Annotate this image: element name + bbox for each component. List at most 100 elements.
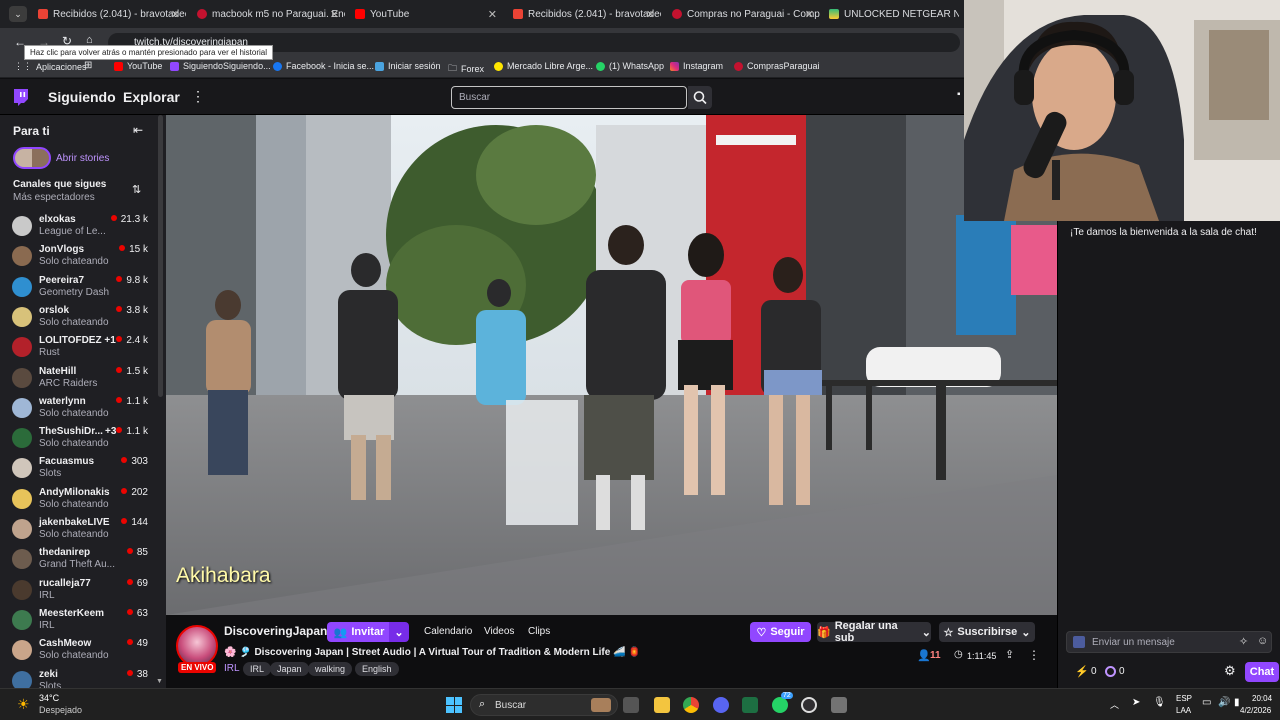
whatsapp-icon[interactable] bbox=[772, 697, 788, 713]
videos-link[interactable]: Videos bbox=[484, 626, 514, 637]
sidebar-channel[interactable]: zeki Slots 38 bbox=[0, 666, 166, 688]
chat-input[interactable]: Enviar un mensaje ✧ ☺ bbox=[1066, 631, 1272, 653]
bookmark-siguiendo[interactable]: SiguiendoSiguiendo... bbox=[170, 61, 271, 71]
network-icon[interactable]: ▭ bbox=[1202, 697, 1211, 708]
invite-button[interactable]: 👥 Invitar bbox=[327, 622, 391, 642]
channel-avatar bbox=[12, 488, 32, 509]
browser-tab[interactable]: macbook m5 no Paraguai. Enco ✕ bbox=[197, 4, 345, 24]
bookmark-youtube[interactable]: YouTube bbox=[114, 61, 162, 71]
search-button[interactable] bbox=[688, 86, 712, 109]
channel-points-icon[interactable] bbox=[1105, 666, 1116, 677]
channel-name[interactable]: DiscoveringJapan bbox=[224, 624, 327, 638]
grid-icon[interactable]: ⊞ bbox=[84, 60, 92, 71]
sidebar-channel[interactable]: elxokas League of Le... 21.3 k bbox=[0, 211, 166, 241]
sidebar-channel[interactable]: JonVlogs Solo chateando 15 k bbox=[0, 241, 166, 271]
close-tab-icon[interactable]: ✕ bbox=[171, 8, 180, 21]
tag-japan[interactable]: Japan bbox=[270, 662, 309, 676]
sidebar-channel[interactable]: thedanirep Grand Theft Au... 85 bbox=[0, 544, 166, 574]
browser-tab[interactable]: Recibidos (2.041) - bravotadeo ✕ bbox=[38, 4, 186, 24]
close-tab-icon[interactable]: ✕ bbox=[805, 8, 814, 21]
sidebar-channel[interactable]: jakenbakeLIVE Solo chateando 144 bbox=[0, 514, 166, 544]
bookmark-apps[interactable]: ⋮⋮ Aplicaciones bbox=[14, 61, 87, 72]
scroll-down-icon[interactable]: ▼ bbox=[156, 678, 163, 685]
sidebar-channel[interactable]: AndyMilonakis Solo chateando 202 bbox=[0, 484, 166, 514]
sidebar-channel[interactable]: TheSushiDr... +3 Solo chateando 1.1 k bbox=[0, 423, 166, 453]
bookmark-login[interactable]: Iniciar sesión bbox=[375, 61, 441, 71]
browser-tab[interactable]: YouTube ✕ bbox=[355, 4, 503, 24]
invite-dropdown-button[interactable]: ⌄ bbox=[389, 622, 409, 642]
bits-icon[interactable]: ✧ bbox=[1239, 635, 1248, 648]
discord-icon[interactable] bbox=[713, 697, 729, 713]
notifications-icon[interactable]: ▪ bbox=[957, 89, 961, 100]
tab-list-button[interactable]: ⌄ bbox=[9, 6, 27, 22]
close-tab-icon[interactable]: ✕ bbox=[488, 8, 497, 21]
calculator-icon[interactable] bbox=[831, 697, 847, 713]
taskbar-search[interactable]: ⌕ Buscar bbox=[470, 694, 618, 716]
browser-tab[interactable]: Recibidos (2.041) - bravotadeo ✕ bbox=[513, 4, 661, 24]
obs-icon[interactable] bbox=[801, 697, 817, 713]
more-menu-icon[interactable]: ⋮ bbox=[191, 88, 205, 105]
file-explorer-icon[interactable] bbox=[654, 697, 670, 713]
bookmark-comprasparaguai[interactable]: ComprasParaguai bbox=[734, 61, 820, 71]
more-options-icon[interactable]: ⋮ bbox=[1028, 648, 1040, 662]
hype-icon[interactable]: ⚡ bbox=[1075, 665, 1089, 678]
twitch-logo-icon[interactable] bbox=[12, 88, 30, 106]
subscribe-button[interactable]: ☆ Suscribirse ⌄ bbox=[939, 622, 1035, 642]
bookmark-facebook[interactable]: Facebook - Inicia se... bbox=[273, 61, 374, 71]
bookmark-whatsapp[interactable]: (1) WhatsApp bbox=[596, 61, 664, 71]
sidebar-channel[interactable]: CashMeow Solo chateando 49 bbox=[0, 635, 166, 665]
sidebar-channel[interactable]: MeesterKeem IRL 63 bbox=[0, 605, 166, 635]
chat-identity-icon[interactable] bbox=[1073, 636, 1085, 648]
excel-icon[interactable] bbox=[742, 697, 758, 713]
volume-icon[interactable]: 🔊 bbox=[1218, 697, 1230, 708]
nav-explore[interactable]: Explorar bbox=[123, 89, 180, 105]
task-view-icon[interactable] bbox=[623, 697, 639, 713]
sort-icon[interactable]: ⇅ bbox=[132, 183, 141, 196]
close-tab-icon[interactable]: ✕ bbox=[646, 8, 655, 21]
bookmark-instagram[interactable]: Instagram bbox=[670, 61, 723, 71]
clock-time[interactable]: 20:04 bbox=[1252, 694, 1272, 703]
weather-icon[interactable]: ☀ bbox=[17, 696, 30, 713]
tag-irl[interactable]: IRL bbox=[243, 662, 272, 676]
sidebar-channel[interactable]: LOLITOFDEZ +1 Rust 2.4 k bbox=[0, 332, 166, 362]
nav-following[interactable]: Siguiendo bbox=[48, 89, 116, 105]
browser-tab[interactable]: Compras no Paraguai - Compr ✕ bbox=[672, 4, 820, 24]
clips-link[interactable]: Clips bbox=[528, 626, 550, 637]
share-icon[interactable]: ⇪ bbox=[1005, 648, 1014, 661]
bookmark-mercadolibre[interactable]: Mercado Libre Arge... bbox=[494, 61, 593, 71]
calendar-link[interactable]: Calendario bbox=[424, 626, 472, 637]
sidebar-channel[interactable]: waterlynn Solo chateando 1.1 k bbox=[0, 393, 166, 423]
start-button[interactable] bbox=[446, 697, 462, 713]
channel-avatar[interactable] bbox=[176, 625, 218, 667]
close-tab-icon[interactable]: ✕ bbox=[330, 8, 339, 21]
search-input[interactable]: Buscar bbox=[451, 86, 687, 109]
collapse-sidebar-icon[interactable]: ⇤ bbox=[133, 123, 143, 137]
mic-icon[interactable]: 🎙 bbox=[1153, 697, 1166, 708]
language-indicator[interactable]: ESP bbox=[1176, 694, 1192, 703]
channel-avatar bbox=[12, 458, 32, 479]
chat-send-button[interactable]: Chat bbox=[1245, 662, 1279, 682]
sidebar-channel[interactable]: rucalleja77 IRL 69 bbox=[0, 575, 166, 605]
video-player[interactable]: Akihabara bbox=[166, 115, 1057, 615]
channel-name: NateHill bbox=[39, 365, 77, 377]
emote-icon[interactable]: ☺ bbox=[1257, 635, 1268, 647]
gift-sub-button[interactable]: 🎁 Regalar una sub ⌄ bbox=[817, 620, 931, 644]
tag-walking[interactable]: walking bbox=[308, 662, 353, 676]
sidebar-scrollbar[interactable] bbox=[158, 115, 163, 397]
stream-category[interactable]: IRL bbox=[224, 663, 240, 674]
sidebar-channel[interactable]: NateHill ARC Raiders 1.5 k bbox=[0, 363, 166, 393]
chat-input-placeholder: Enviar un mensaje bbox=[1092, 637, 1175, 648]
sidebar-channel[interactable]: orslok Solo chateando 3.8 k bbox=[0, 302, 166, 332]
chrome-icon[interactable] bbox=[683, 697, 699, 713]
tray-overflow-icon[interactable]: ︿ bbox=[1110, 698, 1119, 711]
battery-icon[interactable]: ▮ bbox=[1234, 697, 1240, 708]
tag-english[interactable]: English bbox=[355, 662, 399, 676]
browser-tab[interactable]: UNLOCKED NETGEAR NIGHTH bbox=[829, 4, 959, 24]
stories-avatars[interactable] bbox=[13, 147, 51, 169]
sidebar-channel[interactable]: Facuasmus Slots 303 bbox=[0, 453, 166, 483]
chat-settings-icon[interactable]: ⚙ bbox=[1224, 663, 1236, 679]
sidebar-channel[interactable]: Peereira7 Geometry Dash 9.8 k bbox=[0, 272, 166, 302]
open-stories-link[interactable]: Abrir stories bbox=[56, 153, 109, 164]
bookmark-forex[interactable]: 🗀 Forex bbox=[448, 61, 484, 77]
follow-button[interactable]: ♡ Seguir bbox=[750, 622, 811, 642]
